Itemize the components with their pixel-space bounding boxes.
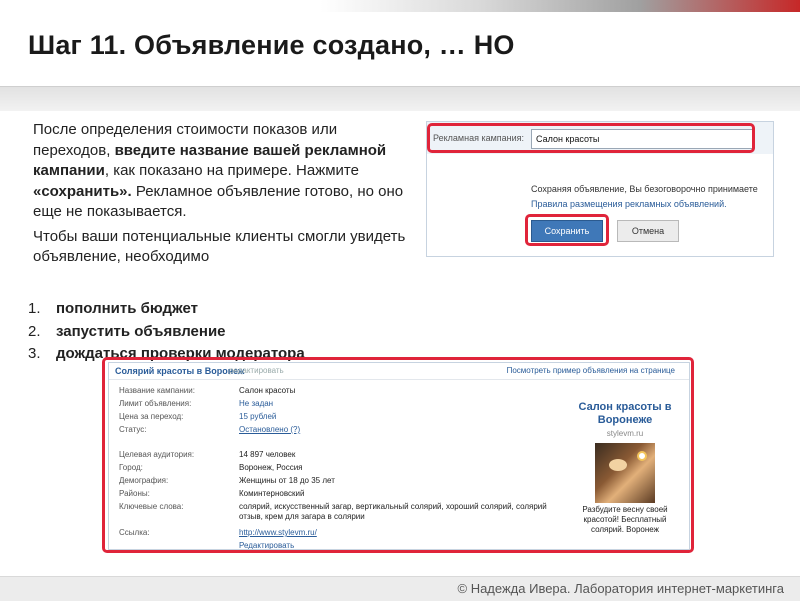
header-band (0, 86, 800, 111)
highlight-ad-summary (102, 357, 694, 553)
top-decorative-strip (0, 0, 800, 12)
campaign-form-screenshot: Рекламная кампания: Салон красоты Сохран… (426, 121, 774, 257)
instructions-text: После определения стоимости показов или … (33, 120, 408, 272)
steps-list: 1. пополнить бюджет 2. запустить объявлени… (28, 298, 388, 366)
highlight-save-button (525, 214, 609, 246)
footer-band: © Надежда Ивера. Лаборатория интернет-ма… (0, 576, 800, 601)
instructions-paragraph-1: После определения стоимости показов или … (33, 121, 404, 220)
agreement-text: Сохраняя объявление, Вы безоговорочно пр… (531, 184, 758, 194)
footer-copyright: © Надежда Ивера. Лаборатория интернет-ма… (457, 581, 785, 596)
step-item: 2. запустить объявление (28, 322, 226, 340)
page-title: Шаг 11. Объявление создано, … НО (28, 30, 515, 60)
rules-link[interactable]: Правила размещения рекламных объявлений. (531, 199, 727, 209)
instructions-paragraph-2: Чтобы ваши потенциальные клиенты смогли … (33, 227, 406, 266)
cancel-button[interactable]: Отмена (617, 220, 679, 242)
highlight-campaign-field (427, 123, 755, 153)
step-item: 1. пополнить бюджет (28, 300, 198, 317)
